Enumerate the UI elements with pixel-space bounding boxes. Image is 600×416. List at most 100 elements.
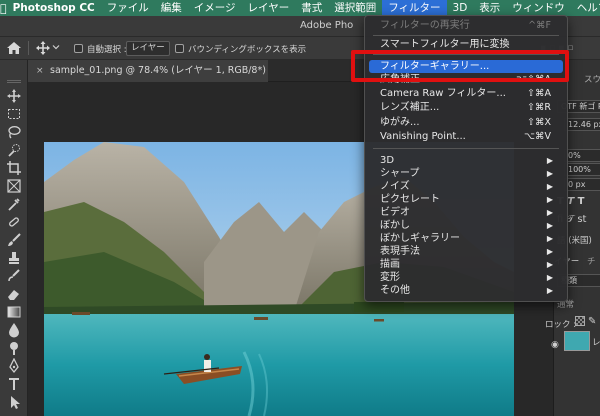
pen-icon[interactable] bbox=[6, 357, 22, 374]
submenu-arrow-icon: ▶ bbox=[546, 221, 553, 230]
submenu-arrow-icon: ▶ bbox=[546, 234, 553, 243]
menu-item-label: その他 bbox=[380, 285, 410, 296]
eyedropper-icon[interactable] bbox=[6, 196, 22, 212]
menu-item-other[interactable]: その他 ▶ bbox=[365, 284, 567, 297]
baseline-field[interactable]: 0 px bbox=[564, 178, 600, 191]
menu-item-3d[interactable]: 3D ▶ bbox=[365, 154, 567, 167]
lock-label: ロック : bbox=[545, 320, 577, 330]
menu-item-label: 表現手法 bbox=[380, 246, 420, 257]
crop-icon[interactable] bbox=[6, 160, 22, 176]
menu-type[interactable]: 書式 bbox=[295, 0, 328, 16]
path-select-icon[interactable] bbox=[6, 394, 22, 410]
menu-item-noise[interactable]: ノイズ ▶ bbox=[365, 180, 567, 193]
menu-item-label: ぼかし bbox=[380, 220, 410, 231]
document-tab[interactable]: × sample_01.png @ 78.4% (レイヤー 1, RGB/8*) bbox=[28, 60, 268, 82]
tools-panel bbox=[0, 60, 28, 416]
dodge-icon[interactable] bbox=[6, 340, 22, 356]
menu-separator bbox=[373, 148, 559, 149]
home-icon[interactable] bbox=[6, 41, 22, 55]
menu-item-liquify[interactable]: ゆがみ... ⇧⌘X bbox=[365, 116, 567, 129]
menu-window[interactable]: ウィンドウ bbox=[506, 0, 571, 16]
menu-item-label: ビデオ bbox=[380, 207, 410, 218]
menu-item-label: フィルターの再実行 bbox=[380, 20, 470, 31]
menu-item-label: ぼかしギャラリー bbox=[380, 233, 460, 244]
scale-field[interactable]: 100% bbox=[564, 163, 600, 176]
menu-item-pixelate[interactable]: ピクセレート ▶ bbox=[365, 193, 567, 206]
submenu-arrow-icon: ▶ bbox=[546, 169, 553, 178]
menu-item-sharpen[interactable]: シャープ ▶ bbox=[365, 167, 567, 180]
menu-item-label: ノイズ bbox=[380, 181, 410, 192]
menu-layer[interactable]: レイヤー bbox=[242, 0, 296, 16]
bounding-box-checkbox[interactable] bbox=[175, 44, 184, 53]
submenu-arrow-icon: ▶ bbox=[546, 195, 553, 204]
channels-tab[interactable]: チ bbox=[587, 255, 596, 267]
menu-item-shortcut: ⇧⌘R bbox=[526, 102, 551, 113]
submenu-arrow-icon: ▶ bbox=[546, 247, 553, 256]
submenu-arrow-icon: ▶ bbox=[546, 273, 553, 282]
menu-help[interactable]: ヘルプ bbox=[571, 0, 600, 16]
menu-item-shortcut: ^⌘F bbox=[528, 20, 551, 31]
menu-file[interactable]: ファイル bbox=[101, 0, 155, 16]
highlight-callout bbox=[351, 50, 569, 82]
layer-thumbnail[interactable] bbox=[564, 331, 590, 351]
marquee-icon[interactable] bbox=[6, 106, 22, 122]
menu-item-video[interactable]: ビデオ ▶ bbox=[365, 206, 567, 219]
divider bbox=[28, 41, 29, 55]
menu-item-vanishing-point[interactable]: Vanishing Point... ⌥⌘V bbox=[365, 130, 567, 143]
menu-item-label: 描画 bbox=[380, 259, 400, 270]
history-brush-icon[interactable] bbox=[6, 268, 22, 284]
mac-menubar:  Photoshop CC ファイル 編集 イメージ レイヤー 書式 選択範囲… bbox=[0, 0, 600, 16]
submenu-arrow-icon: ▶ bbox=[546, 260, 553, 269]
lock-paint-icon[interactable]: ✎ bbox=[588, 316, 596, 327]
lasso-icon[interactable] bbox=[6, 124, 22, 140]
lock-transparent-icon[interactable] bbox=[575, 316, 585, 326]
menu-item-label: Camera Raw フィルター... bbox=[380, 88, 506, 99]
menu-item-blur-gallery[interactable]: ぼかしギャラリー ▶ bbox=[365, 232, 567, 245]
menu-3d[interactable]: 3D bbox=[447, 0, 474, 16]
panel-tab[interactable]: スウ bbox=[584, 73, 600, 85]
menu-item-render[interactable]: 描画 ▶ bbox=[365, 258, 567, 271]
menu-app[interactable]: Photoshop CC bbox=[7, 0, 101, 16]
auto-select-label: 自動選択 : bbox=[87, 45, 127, 55]
layer-name[interactable]: レ bbox=[592, 336, 600, 348]
move-icon[interactable] bbox=[6, 88, 22, 104]
clone-stamp-icon[interactable] bbox=[6, 250, 22, 266]
menu-item-label: シャープ bbox=[380, 168, 420, 179]
menu-separator bbox=[373, 35, 559, 36]
apple-icon[interactable]:  bbox=[0, 2, 7, 15]
menu-item-label: Vanishing Point... bbox=[380, 131, 466, 142]
quick-select-icon[interactable] bbox=[6, 142, 22, 158]
chevron-down-icon[interactable] bbox=[52, 43, 60, 51]
menu-item-stylize[interactable]: 表現手法 ▶ bbox=[365, 245, 567, 258]
font-size-field[interactable]: 12.46 px bbox=[564, 118, 600, 131]
menu-select[interactable]: 選択範囲 bbox=[328, 0, 382, 16]
menu-item-label: 変形 bbox=[380, 272, 400, 283]
menu-view[interactable]: 表示 bbox=[473, 0, 506, 16]
panel-grip[interactable] bbox=[7, 80, 21, 83]
type-icon[interactable] bbox=[6, 376, 22, 392]
blur-icon[interactable] bbox=[6, 322, 22, 338]
brush-icon[interactable] bbox=[6, 232, 22, 248]
eraser-icon[interactable] bbox=[6, 286, 22, 302]
gradient-icon[interactable] bbox=[6, 304, 22, 320]
submenu-arrow-icon: ▶ bbox=[546, 286, 553, 295]
close-icon[interactable]: × bbox=[36, 60, 44, 82]
submenu-arrow-icon: ▶ bbox=[546, 156, 553, 165]
move-tool-icon[interactable] bbox=[36, 41, 50, 55]
menu-item-distort[interactable]: 変形 ▶ bbox=[365, 271, 567, 284]
menu-filter[interactable]: フィルター bbox=[382, 0, 447, 16]
auto-select-checkbox[interactable] bbox=[74, 44, 83, 53]
menu-image[interactable]: イメージ bbox=[188, 0, 242, 16]
menu-item-blur[interactable]: ぼかし ▶ bbox=[365, 219, 567, 232]
window-title: Adobe Pho bbox=[300, 20, 354, 31]
visibility-eye-icon[interactable]: ◉ bbox=[551, 340, 559, 350]
healing-brush-icon[interactable] bbox=[6, 214, 22, 230]
frame-icon[interactable] bbox=[6, 178, 22, 194]
menu-edit[interactable]: 編集 bbox=[155, 0, 188, 16]
menu-item-lens-correction[interactable]: レンズ補正... ⇧⌘R bbox=[365, 101, 567, 114]
menu-item-shortcut: ⌥⌘V bbox=[524, 131, 551, 142]
auto-select-dropdown[interactable]: レイヤー bbox=[126, 41, 170, 56]
submenu-arrow-icon: ▶ bbox=[546, 182, 553, 191]
menu-item-camera-raw[interactable]: Camera Raw フィルター... ⇧⌘A bbox=[365, 87, 567, 100]
tracking-field[interactable]: 0% bbox=[564, 149, 600, 162]
